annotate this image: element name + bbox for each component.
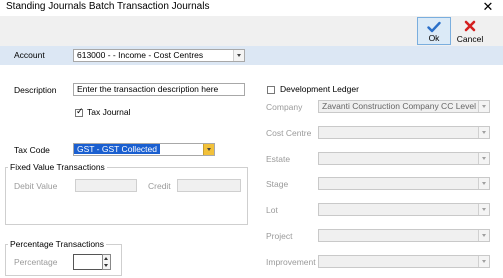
account-bar: Account 613000 - - Income - Cost Centres: [0, 46, 503, 65]
account-select[interactable]: 613000 - - Income - Cost Centres: [73, 49, 245, 62]
stage-label: Stage: [266, 179, 289, 189]
tax-code-label: Tax Code: [14, 145, 50, 155]
stage-select[interactable]: [318, 177, 490, 190]
company-value: Zavanti Construction Company CC Level: [322, 101, 477, 111]
chevron-down-icon[interactable]: [203, 144, 214, 155]
chevron-down-icon[interactable]: [233, 50, 244, 61]
tax-journal-label: Tax Journal: [87, 107, 131, 117]
development-ledger-checkbox[interactable]: [267, 86, 275, 94]
chevron-down-icon[interactable]: [478, 153, 489, 164]
tax-journal-checkbox[interactable]: ✓: [75, 106, 84, 117]
toolbar: Ok Cancel: [0, 16, 503, 47]
credit-input[interactable]: [177, 179, 241, 192]
description-input[interactable]: Enter the transaction description here: [73, 83, 245, 96]
chevron-down-icon[interactable]: [478, 230, 489, 241]
chevron-down-icon[interactable]: [478, 127, 489, 138]
improvement-label: Improvement: [266, 257, 316, 267]
account-value: 613000 - - Income - Cost Centres: [77, 50, 204, 60]
account-label: Account: [14, 50, 45, 60]
credit-label: Credit: [148, 181, 171, 191]
percentage-title: Percentage Transactions: [8, 239, 107, 249]
percentage-spinner[interactable]: [73, 254, 103, 270]
spin-up-icon[interactable]: [104, 257, 108, 260]
company-label: Company: [266, 102, 303, 112]
tax-code-value: GST - GST Collected: [74, 144, 160, 154]
improvement-select[interactable]: [318, 255, 490, 268]
checkmark-icon: [427, 21, 441, 33]
chevron-down-icon[interactable]: [478, 256, 489, 267]
project-label: Project: [266, 231, 293, 241]
chevron-down-icon[interactable]: [478, 204, 489, 215]
development-ledger-label: Development Ledger: [280, 84, 359, 94]
close-icon[interactable]: ✕: [478, 0, 498, 15]
spinner-buttons[interactable]: [102, 254, 111, 270]
cost-centre-select[interactable]: [318, 126, 490, 139]
cost-centre-label: Cost Centre: [266, 128, 312, 138]
fixed-value-group: [5, 167, 248, 225]
lot-label: Lot: [266, 205, 278, 215]
chevron-down-icon[interactable]: [478, 101, 489, 112]
window-title: Standing Journals Batch Transaction Jour…: [6, 1, 210, 12]
ok-button[interactable]: Ok: [417, 17, 451, 45]
red-x-icon: [464, 20, 476, 32]
ok-label: Ok: [428, 33, 440, 43]
cancel-button[interactable]: Cancel: [453, 17, 487, 45]
fixed-value-title: Fixed Value Transactions: [8, 162, 107, 172]
spin-down-icon[interactable]: [104, 264, 108, 267]
cancel-label: Cancel: [456, 34, 484, 44]
percentage-label: Percentage: [14, 257, 58, 267]
estate-select[interactable]: [318, 152, 490, 165]
description-label: Description: [14, 85, 57, 95]
project-select[interactable]: [318, 229, 490, 242]
check-icon: ✓: [76, 106, 84, 116]
tax-code-select[interactable]: GST - GST Collected: [73, 143, 215, 156]
estate-label: Estate: [266, 154, 291, 164]
company-select[interactable]: Zavanti Construction Company CC Level: [318, 100, 490, 113]
lot-select[interactable]: [318, 203, 490, 216]
title-bar: Standing Journals Batch Transaction Jour…: [0, 0, 503, 16]
debit-value-input[interactable]: [75, 179, 137, 192]
debit-value-label: Debit Value: [14, 181, 58, 191]
chevron-down-icon[interactable]: [478, 178, 489, 189]
